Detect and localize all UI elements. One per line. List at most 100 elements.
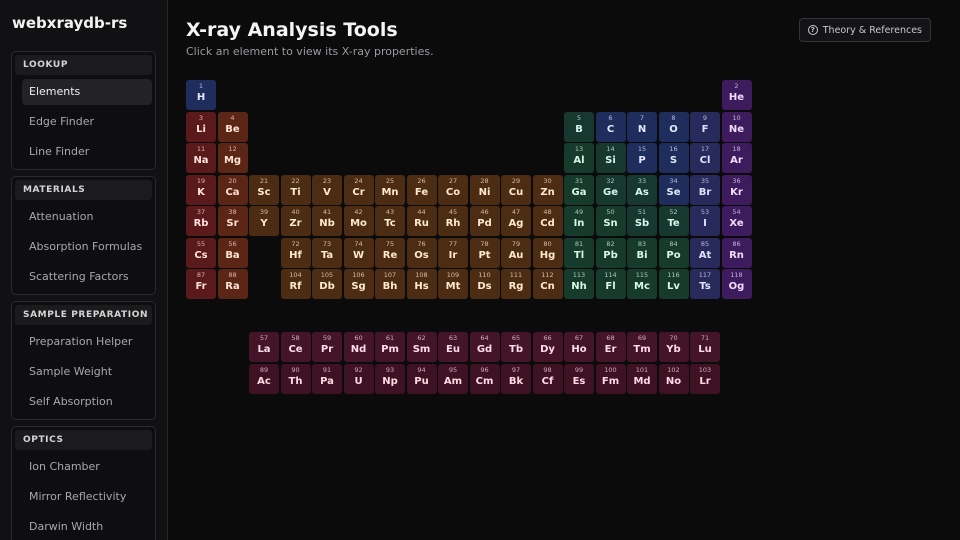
element-tile-og[interactable]: 118 Og [721, 269, 752, 299]
element-tile-sn[interactable]: 50 Sn [595, 206, 626, 236]
element-tile-pd[interactable]: 46 Pd [469, 206, 500, 236]
element-tile-zr[interactable]: 40 Zr [280, 206, 311, 236]
element-tile-ra[interactable]: 88 Ra [217, 269, 248, 299]
element-tile-ta[interactable]: 73 Ta [312, 237, 342, 268]
element-tile-be[interactable]: 4 Be [217, 111, 248, 142]
element-tile-nb[interactable]: 41 Nb [312, 206, 342, 236]
element-tile-o[interactable]: 8O [658, 111, 689, 142]
element-tile-mn[interactable]: 25 Mn [375, 174, 405, 205]
element-tile-ba[interactable]: 56 Ba [217, 237, 248, 268]
element-tile-mg[interactable]: 12 Mg [217, 143, 248, 173]
element-tile-md[interactable]: 101 Md [627, 363, 657, 394]
sidebar-item-absorption-formulas[interactable]: Absorption Formulas [22, 234, 152, 260]
element-tile-db[interactable]: 105 Db [312, 269, 342, 299]
element-tile-eu[interactable]: 63 Eu [438, 332, 468, 362]
element-tile-si[interactable]: 14 Si [595, 143, 626, 173]
element-tile-ac[interactable]: 89 Ac [249, 363, 279, 394]
element-tile-hf[interactable]: 72 Hf [280, 237, 311, 268]
element-tile-ni[interactable]: 28 Ni [469, 174, 500, 205]
element-tile-ds[interactable]: 110 Ds [469, 269, 500, 299]
element-tile-mt[interactable]: 109 Mt [438, 269, 468, 299]
element-tile-rh[interactable]: 45 Rh [438, 206, 468, 236]
element-tile-am[interactable]: 95 Am [438, 363, 468, 394]
element-tile-p[interactable]: 15 P [627, 143, 657, 173]
element-tile-ne[interactable]: 10 Ne [721, 111, 752, 142]
element-tile-rn[interactable]: 86 Rn [721, 237, 752, 268]
element-tile-tc[interactable]: 43 Tc [375, 206, 405, 236]
sidebar-item-edge-finder[interactable]: Edge Finder [22, 109, 152, 135]
element-tile-pb[interactable]: 82 Pb [595, 237, 626, 268]
sidebar-item-preparation-helper[interactable]: Preparation Helper [22, 329, 152, 355]
sidebar-item-mirror-reflectivity[interactable]: Mirror Reflectivity [22, 484, 152, 510]
element-tile-as[interactable]: 33 As [627, 174, 657, 205]
element-tile-k[interactable]: 19 K [186, 174, 216, 205]
element-tile-xe[interactable]: 54 Xe [721, 206, 752, 236]
element-tile-he[interactable]: 2 He [721, 80, 752, 110]
element-tile-au[interactable]: 79 Au [501, 237, 531, 268]
element-tile-ts[interactable]: 117 Ts [690, 269, 720, 299]
element-tile-v[interactable]: 23 V [312, 174, 342, 205]
element-tile-ar[interactable]: 18 Ar [721, 143, 752, 173]
element-tile-in[interactable]: 49 In [564, 206, 594, 236]
sidebar-item-elements[interactable]: Elements [22, 79, 152, 105]
element-tile-cs[interactable]: 55 Cs [186, 237, 216, 268]
sidebar-item-self-absorption[interactable]: Self Absorption [22, 389, 152, 415]
sidebar-item-scattering-factors[interactable]: Scattering Factors [22, 264, 152, 290]
element-tile-lu[interactable]: 71 Lu [690, 332, 720, 362]
element-tile-er[interactable]: 68 Er [595, 332, 626, 362]
element-tile-nd[interactable]: 60 Nd [343, 332, 374, 362]
element-tile-w[interactable]: 74 W [343, 237, 374, 268]
element-tile-bk[interactable]: 97 Bk [501, 363, 531, 394]
element-tile-u[interactable]: 92 U [343, 363, 374, 394]
element-tile-cn[interactable]: 112 Cn [532, 269, 563, 299]
element-tile-yb[interactable]: 70 Yb [658, 332, 689, 362]
element-tile-rf[interactable]: 104 Rf [280, 269, 311, 299]
element-tile-rb[interactable]: 37 Rb [186, 206, 216, 236]
element-tile-cm[interactable]: 96 Cm [469, 363, 500, 394]
element-tile-f[interactable]: 9F [690, 111, 720, 142]
element-tile-ge[interactable]: 32 Ge [595, 174, 626, 205]
element-tile-tb[interactable]: 65 Tb [501, 332, 531, 362]
element-tile-fm[interactable]: 100 Fm [595, 363, 626, 394]
theory-references-button[interactable]: ? Theory & References [798, 18, 931, 42]
element-tile-lr[interactable]: 103 Lr [690, 363, 720, 394]
sidebar-item-attenuation[interactable]: Attenuation [22, 204, 152, 230]
element-tile-kr[interactable]: 36 Kr [721, 174, 752, 205]
element-tile-sg[interactable]: 106 Sg [343, 269, 374, 299]
sidebar-item-line-finder[interactable]: Line Finder [22, 139, 152, 165]
element-tile-hg[interactable]: 80 Hg [532, 237, 563, 268]
element-tile-pu[interactable]: 94 Pu [406, 363, 437, 394]
element-tile-ga[interactable]: 31 Ga [564, 174, 594, 205]
element-tile-tm[interactable]: 69 Tm [627, 332, 657, 362]
element-tile-re[interactable]: 75 Re [375, 237, 405, 268]
sidebar-item-darwin-width[interactable]: Darwin Width [22, 514, 152, 540]
element-tile-te[interactable]: 52 Te [658, 206, 689, 236]
element-tile-fr[interactable]: 87 Fr [186, 269, 216, 299]
element-tile-sc[interactable]: 21 Sc [249, 174, 279, 205]
element-tile-cr[interactable]: 24 Cr [343, 174, 374, 205]
element-tile-po[interactable]: 84 Po [658, 237, 689, 268]
element-tile-mc[interactable]: 115 Mc [627, 269, 657, 299]
element-tile-ir[interactable]: 77 Ir [438, 237, 468, 268]
element-tile-s[interactable]: 16 S [658, 143, 689, 173]
element-tile-ru[interactable]: 44 Ru [406, 206, 437, 236]
element-tile-pm[interactable]: 61 Pm [375, 332, 405, 362]
element-tile-no[interactable]: 102 No [658, 363, 689, 394]
element-tile-cu[interactable]: 29 Cu [501, 174, 531, 205]
element-tile-mo[interactable]: 42 Mo [343, 206, 374, 236]
element-tile-sr[interactable]: 38 Sr [217, 206, 248, 236]
element-tile-bi[interactable]: 83 Bi [627, 237, 657, 268]
element-tile-c[interactable]: 6C [595, 111, 626, 142]
element-tile-sb[interactable]: 51 Sb [627, 206, 657, 236]
element-tile-y[interactable]: 39 Y [249, 206, 279, 236]
element-tile-np[interactable]: 93 Np [375, 363, 405, 394]
sidebar-item-sample-weight[interactable]: Sample Weight [22, 359, 152, 385]
element-tile-na[interactable]: 11 Na [186, 143, 216, 173]
element-tile-fe[interactable]: 26 Fe [406, 174, 437, 205]
element-tile-bh[interactable]: 107 Bh [375, 269, 405, 299]
element-tile-b[interactable]: 5B [564, 111, 594, 142]
element-tile-al[interactable]: 13 Al [564, 143, 594, 173]
element-tile-co[interactable]: 27 Co [438, 174, 468, 205]
element-tile-zn[interactable]: 30 Zn [532, 174, 563, 205]
element-tile-rg[interactable]: 111 Rg [501, 269, 531, 299]
